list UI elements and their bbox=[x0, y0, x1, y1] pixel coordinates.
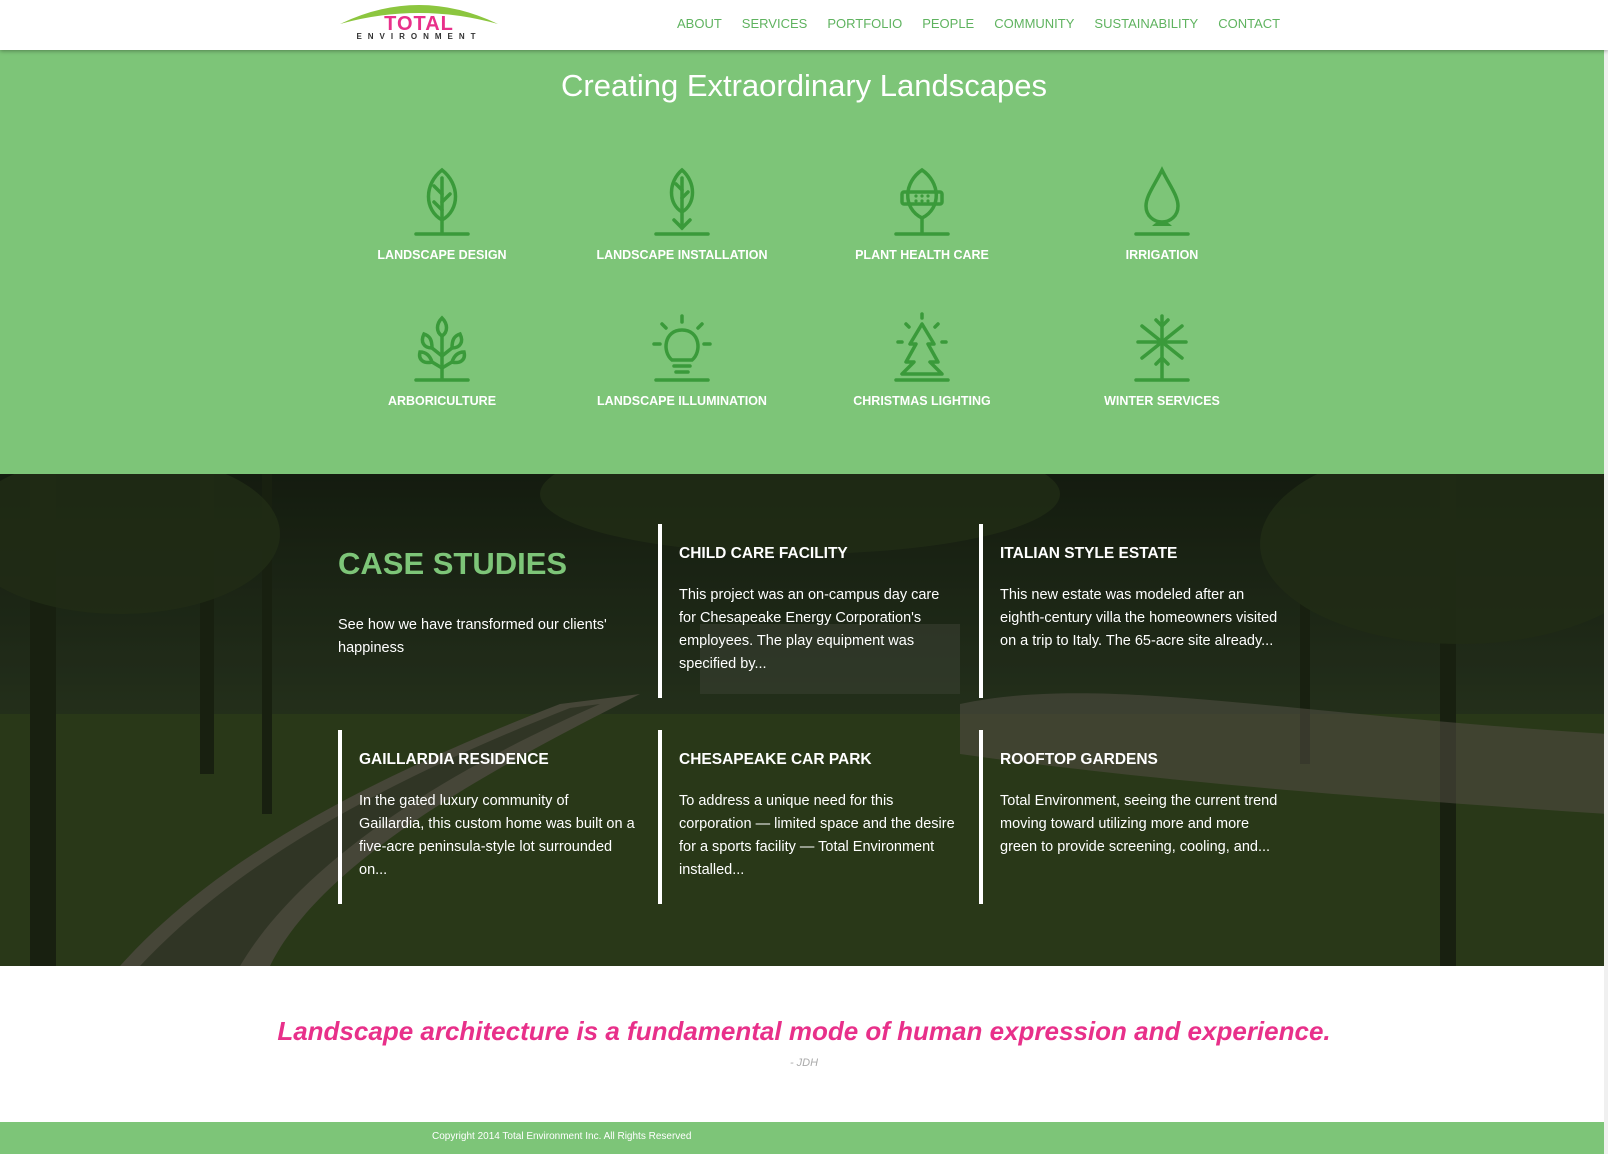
case-studies-section: CASE STUDIES See how we have transformed… bbox=[0, 474, 1608, 966]
logo-subtitle: ENVIRONMENT bbox=[356, 32, 482, 41]
case-card-title: ITALIAN STYLE ESTATE bbox=[1000, 545, 1178, 562]
service-plant-health-care[interactable]: PLANT HEALTH CARE bbox=[802, 166, 1042, 262]
case-card-text: Total Environment, seeing the current tr… bbox=[1000, 793, 1278, 855]
leaf-tree-icon bbox=[414, 167, 470, 236]
case-card-title: CHILD CARE FACILITY bbox=[679, 545, 848, 562]
light-bulb-icon bbox=[652, 314, 712, 382]
case-studies-subtitle: See how we have transformed our clients'… bbox=[338, 617, 607, 656]
quote-text: Landscape architecture is a fundamental … bbox=[277, 1016, 1331, 1046]
case-card-chesapeake-car-park[interactable]: CHESAPEAKE CAR PARK To address a unique … bbox=[658, 730, 957, 904]
case-card-text: To address a unique need for this corpor… bbox=[679, 793, 955, 878]
case-card-title: GAILLARDIA RESIDENCE bbox=[359, 751, 549, 768]
service-label: LANDSCAPE DESIGN bbox=[377, 248, 507, 262]
total-environment-logo[interactable]: TOTAL ENVIRONMENT bbox=[338, 0, 500, 44]
case-card-title: ROOFTOP GARDENS bbox=[1000, 751, 1158, 768]
copyright-text: Copyright 2014 Total Environment Inc. Al… bbox=[432, 1131, 692, 1142]
service-landscape-design[interactable]: LANDSCAPE DESIGN bbox=[322, 166, 562, 262]
case-card-child-care-facility[interactable]: CHILD CARE FACILITY This project was an … bbox=[658, 524, 957, 698]
case-card-italian-style-estate[interactable]: ITALIAN STYLE ESTATE This new estate was… bbox=[979, 524, 1278, 698]
service-label: LANDSCAPE INSTALLATION bbox=[596, 248, 768, 262]
page-scrollbar[interactable] bbox=[1604, 0, 1608, 1154]
services-section: Creating Extraordinary Landscapes LANDSC… bbox=[0, 50, 1608, 474]
case-card-text: This new estate was modeled after an eig… bbox=[1000, 587, 1278, 649]
nav-portfolio[interactable]: PORTFOLIO bbox=[827, 14, 902, 34]
christmas-tree-icon bbox=[894, 312, 950, 382]
nav-about[interactable]: ABOUT bbox=[677, 14, 722, 34]
case-card-rooftop-gardens[interactable]: ROOFTOP GARDENS Total Environment, seein… bbox=[979, 730, 1278, 904]
site-header: TOTAL ENVIRONMENT ABOUT SERVICES PORTFOL… bbox=[0, 0, 1608, 50]
nav-services[interactable]: SERVICES bbox=[742, 14, 808, 34]
nav-contact[interactable]: CONTACT bbox=[1218, 14, 1280, 34]
case-card-title: CHESAPEAKE CAR PARK bbox=[679, 751, 872, 768]
service-label: IRRIGATION bbox=[1125, 248, 1199, 262]
water-drop-icon bbox=[1134, 166, 1190, 236]
service-label: LANDSCAPE ILLUMINATION bbox=[597, 394, 767, 408]
nav-people[interactable]: PEOPLE bbox=[922, 14, 974, 34]
services-title: Creating Extraordinary Landscapes bbox=[561, 68, 1047, 103]
branching-tree-icon bbox=[414, 315, 470, 382]
quote-author: - JDH bbox=[789, 1057, 819, 1069]
snowflake-tree-icon bbox=[1134, 314, 1190, 382]
bandaged-tree-icon bbox=[894, 167, 950, 236]
site-footer: Copyright 2014 Total Environment Inc. Al… bbox=[0, 1122, 1608, 1154]
main-nav: ABOUT SERVICES PORTFOLIO PEOPLE COMMUNIT… bbox=[677, 14, 1300, 34]
service-label: ARBORICULTURE bbox=[387, 394, 497, 408]
case-card-gaillardia-residence[interactable]: GAILLARDIA RESIDENCE In the gated luxury… bbox=[338, 730, 637, 904]
case-card-text: This project was an on-campus day care f… bbox=[679, 587, 940, 672]
service-label: PLANT HEALTH CARE bbox=[855, 248, 989, 262]
service-christmas-lighting[interactable]: CHRISTMAS LIGHTING bbox=[802, 312, 1042, 408]
service-irrigation[interactable]: IRRIGATION bbox=[1042, 166, 1282, 262]
leaf-plant-arrow-icon bbox=[654, 167, 710, 236]
service-landscape-installation[interactable]: LANDSCAPE INSTALLATION bbox=[562, 166, 802, 262]
service-arboriculture[interactable]: ARBORICULTURE bbox=[322, 312, 562, 408]
nav-community[interactable]: COMMUNITY bbox=[994, 14, 1074, 34]
service-winter-services[interactable]: WINTER SERVICES bbox=[1042, 312, 1282, 408]
service-label: WINTER SERVICES bbox=[1104, 394, 1220, 408]
case-studies-title: CASE STUDIES bbox=[338, 546, 568, 581]
nav-sustainability[interactable]: SUSTAINABILITY bbox=[1094, 14, 1198, 34]
case-card-text: In the gated luxury community of Gaillar… bbox=[359, 793, 635, 878]
service-label: CHRISTMAS LIGHTING bbox=[853, 394, 991, 408]
service-landscape-illumination[interactable]: LANDSCAPE ILLUMINATION bbox=[562, 312, 802, 408]
